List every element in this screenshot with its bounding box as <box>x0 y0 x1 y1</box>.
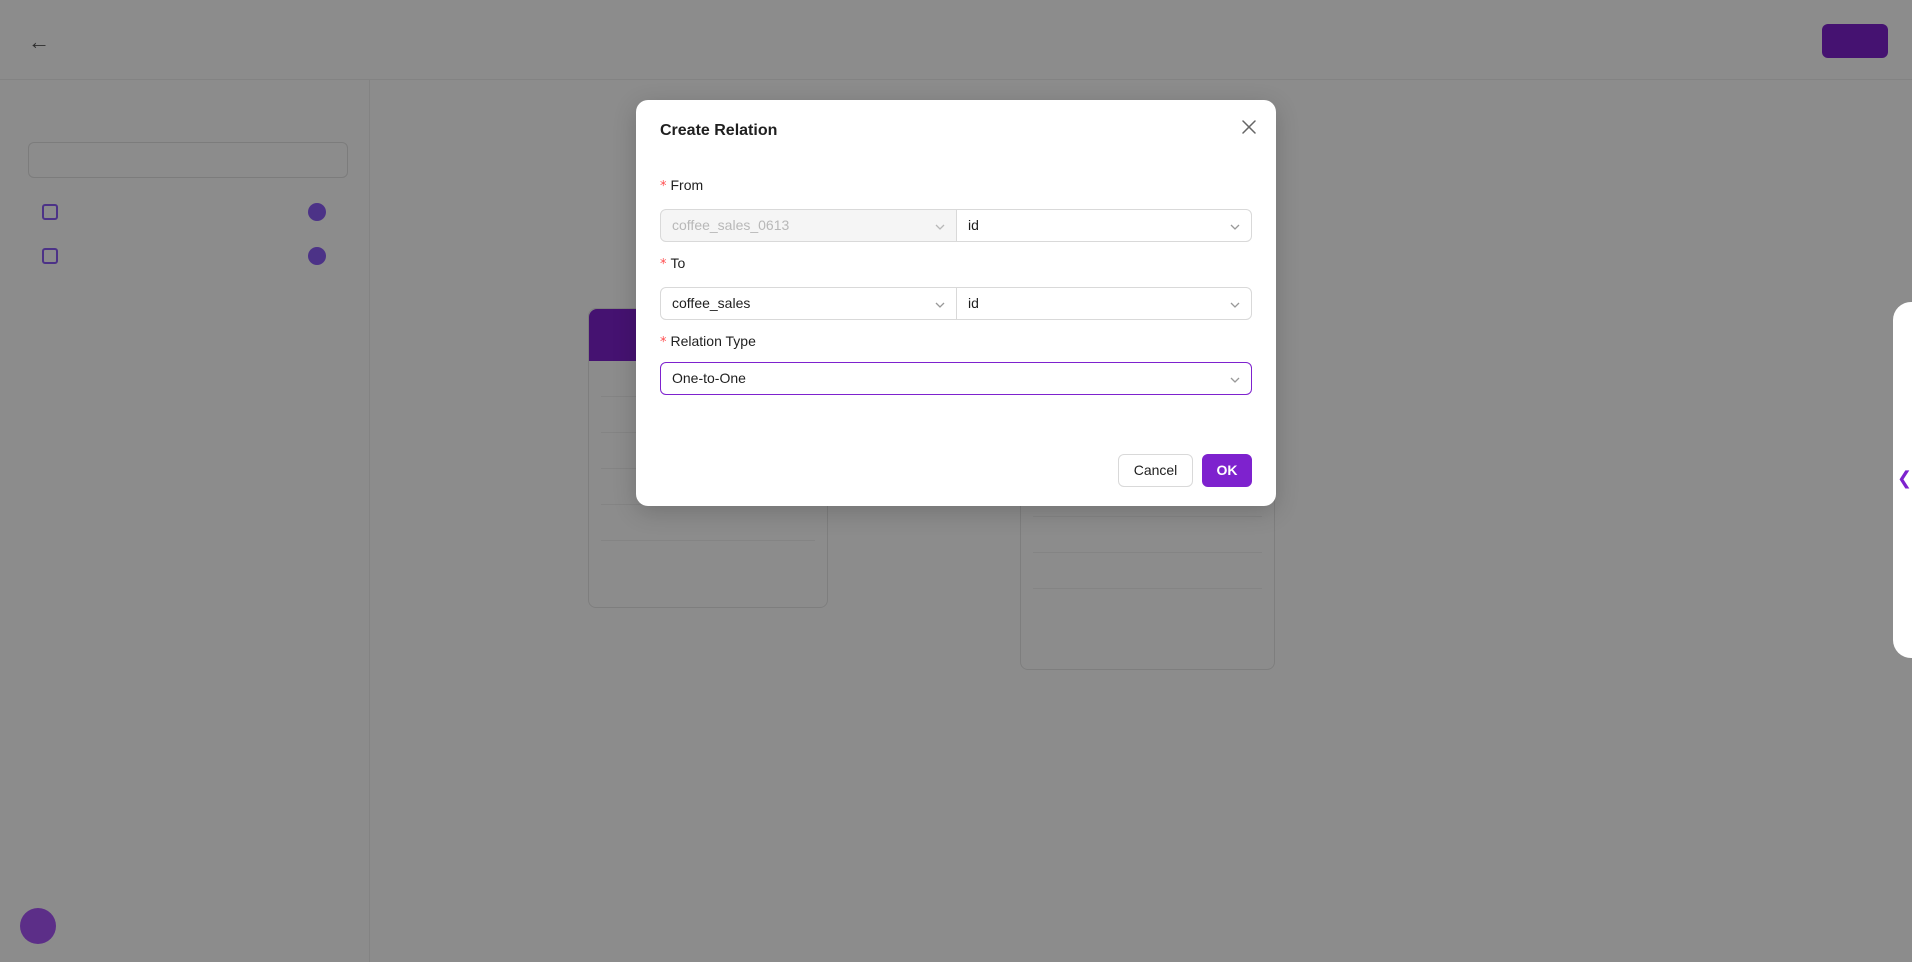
ok-button[interactable]: OK <box>1202 454 1252 487</box>
to-field-value: id <box>968 295 979 311</box>
to-table-value: coffee_sales <box>672 295 751 311</box>
to-table-select[interactable]: coffee_sales <box>660 287 957 320</box>
chevron-down-icon <box>935 302 945 308</box>
relation-type-value: One-to-One <box>672 370 746 386</box>
chevron-down-icon <box>1230 302 1240 308</box>
from-label-text: From <box>670 177 704 193</box>
close-icon[interactable] <box>1238 116 1260 138</box>
create-relation-dialog: Create Relation * From coffee_sales_0613 … <box>636 100 1276 506</box>
required-mark: * <box>660 335 667 350</box>
chevron-down-icon <box>935 224 945 230</box>
relation-type-select[interactable]: One-to-One <box>660 362 1252 395</box>
chevron-down-icon <box>1230 224 1240 230</box>
from-table-select: coffee_sales_0613 <box>660 209 957 242</box>
from-field-value: id <box>968 217 979 233</box>
cancel-button[interactable]: Cancel <box>1118 454 1193 487</box>
from-field-select[interactable]: id <box>956 209 1252 242</box>
from-label: * From <box>660 177 703 194</box>
dialog-title: Create Relation <box>660 122 778 139</box>
required-mark: * <box>660 179 667 194</box>
chevron-left-icon[interactable]: ❮ <box>1897 468 1912 489</box>
to-field-select[interactable]: id <box>956 287 1252 320</box>
relation-type-label-text: Relation Type <box>670 333 756 349</box>
from-table-value: coffee_sales_0613 <box>672 217 790 233</box>
to-label: * To <box>660 255 685 272</box>
to-label-text: To <box>670 255 686 271</box>
relation-type-label: * Relation Type <box>660 333 756 350</box>
required-mark: * <box>660 257 667 272</box>
chevron-down-icon <box>1230 377 1240 383</box>
